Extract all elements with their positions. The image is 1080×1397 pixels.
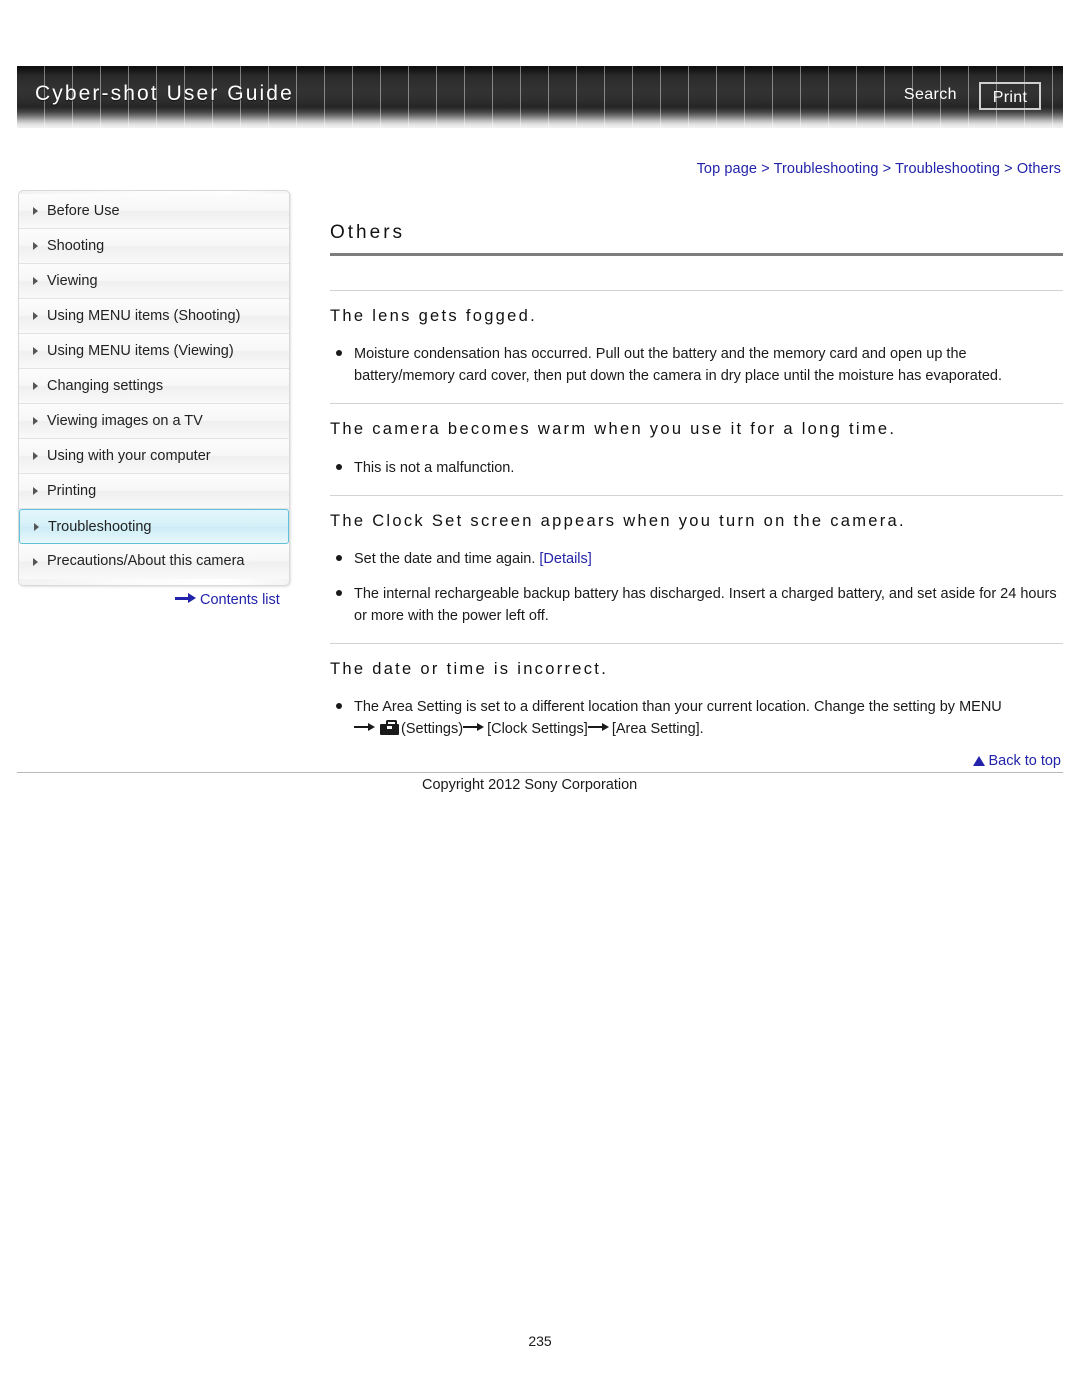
- contents-list-label: Contents list: [200, 592, 280, 608]
- chevron-right-icon: [33, 347, 38, 355]
- bullet-dot-icon: [336, 589, 342, 596]
- sidebar-item-label: Using MENU items (Shooting): [47, 308, 241, 324]
- chevron-right-icon: [33, 382, 38, 390]
- bullet-item: The Area Setting is set to a different l…: [330, 696, 1063, 740]
- bullet-item: Moisture condensation has occurred. Pull…: [330, 343, 1063, 387]
- arrow-right-icon: [354, 722, 378, 732]
- section-divider: [330, 494, 1063, 496]
- sidebar-item-label: Shooting: [47, 238, 105, 254]
- bullet-dot-icon: [336, 554, 342, 561]
- area-setting-label: [Area Setting].: [611, 721, 704, 738]
- main-content: Others The lens gets fogged. Moisture co…: [330, 222, 1063, 756]
- site-header-banner: Cyber-shot User Guide Search Print: [17, 66, 1063, 128]
- section-divider: [330, 403, 1063, 405]
- sidebar-item-label: Troubleshooting: [48, 519, 152, 535]
- page-number: 235: [528, 1333, 552, 1349]
- sidebar-item-label: Printing: [47, 483, 97, 499]
- sidebar-item-shooting[interactable]: Shooting: [19, 229, 289, 264]
- clock-settings-label: [Clock Settings]: [487, 721, 588, 738]
- section-heading: The lens gets fogged.: [330, 307, 537, 325]
- sidebar-item-viewing-images-on-a-tv[interactable]: Viewing images on a TV: [19, 404, 289, 439]
- sidebar-item-troubleshooting[interactable]: Troubleshooting: [19, 509, 289, 544]
- section-heading: The date or time is incorrect.: [330, 659, 609, 678]
- bullet-text: The Area Setting is set to a different l…: [354, 699, 1002, 716]
- sidebar-item-label: Precautions/About this camera: [47, 553, 245, 569]
- chevron-right-icon: [33, 487, 38, 495]
- bullet-text-prefix: Set the date and time again.: [354, 550, 540, 567]
- sidebar-item-changing-settings[interactable]: Changing settings: [19, 369, 289, 404]
- arrow-right-icon: [463, 722, 487, 732]
- print-button[interactable]: Print: [979, 82, 1041, 110]
- title-divider: [330, 253, 1063, 256]
- sidebar-item-label: Viewing images on a TV: [47, 413, 203, 429]
- sidebar-item-using-menu-items-shooting[interactable]: Using MENU items (Shooting): [19, 299, 289, 334]
- section-heading: The Clock Set screen appears when you tu…: [330, 511, 906, 530]
- sidebar-item-label: Changing settings: [47, 378, 164, 394]
- site-title: Cyber-shot User Guide: [35, 82, 294, 105]
- section-camera-warm: The camera becomes warm when you use it …: [330, 403, 1063, 478]
- sidebar-item-label: Using MENU items (Viewing): [47, 343, 234, 359]
- chevron-right-icon: [33, 417, 38, 425]
- section-divider: [330, 642, 1063, 644]
- section-date-time-incorrect: The date or time is incorrect. The Area …: [330, 642, 1063, 740]
- sidebar-item-label: Viewing: [47, 273, 98, 289]
- bullet-item: Set the date and time again. [Details]: [330, 548, 1063, 570]
- bullet-text: This is not a malfunction.: [354, 459, 515, 476]
- bullet-item: This is not a malfunction.: [330, 457, 1063, 479]
- page-title: Others: [330, 222, 406, 243]
- chevron-right-icon: [33, 312, 38, 320]
- sidebar-item-before-use[interactable]: Before Use: [19, 194, 289, 229]
- section-lens-fogged: The lens gets fogged. Moisture condensat…: [330, 290, 1063, 387]
- chevron-right-icon: [33, 277, 38, 285]
- sidebar-nav: Before Use Shooting Viewing Using MENU i…: [18, 190, 290, 586]
- sidebar-item-using-menu-items-viewing[interactable]: Using MENU items (Viewing): [19, 334, 289, 369]
- section-divider: [330, 290, 1063, 291]
- chevron-right-icon: [33, 242, 38, 250]
- bullet-dot-icon: [336, 350, 342, 357]
- bullet-item: The internal rechargeable backup battery…: [330, 583, 1063, 627]
- chevron-right-icon: [33, 452, 38, 460]
- chevron-right-icon: [34, 522, 39, 531]
- back-to-top-label: Back to top: [988, 753, 1061, 769]
- chevron-right-icon: [33, 557, 38, 566]
- sidebar-item-viewing[interactable]: Viewing: [19, 264, 289, 299]
- bullet-text: Moisture condensation has occurred. Pull…: [354, 346, 1003, 385]
- sidebar-item-using-with-your-computer[interactable]: Using with your computer: [19, 439, 289, 474]
- sidebar-item-label: Using with your computer: [47, 448, 211, 464]
- details-link[interactable]: [Details]: [539, 551, 591, 567]
- arrow-right-icon: [175, 593, 197, 603]
- chevron-right-icon: [33, 207, 38, 215]
- contents-list-link[interactable]: Contents list: [175, 592, 280, 608]
- sidebar-item-label: Before Use: [47, 203, 120, 219]
- bullet-dot-icon: [336, 703, 342, 710]
- search-button[interactable]: Search: [904, 86, 957, 104]
- back-to-top-link[interactable]: Back to top: [973, 753, 1061, 769]
- sidebar-item-printing[interactable]: Printing: [19, 474, 289, 509]
- triangle-up-icon: [973, 756, 986, 766]
- bullet-dot-icon: [336, 463, 342, 470]
- copyright-text: Copyright 2012 Sony Corporation: [422, 777, 638, 793]
- footer-divider: [17, 772, 1063, 773]
- breadcrumb[interactable]: Top page > Troubleshooting > Troubleshoo…: [697, 161, 1061, 177]
- bullet-text: The internal rechargeable backup battery…: [354, 585, 1057, 624]
- settings-toolbox-icon: [380, 720, 399, 736]
- section-clock-set-screen: The Clock Set screen appears when you tu…: [330, 494, 1063, 627]
- sidebar-item-precautions-about-this-camera[interactable]: Precautions/About this camera: [19, 544, 289, 579]
- settings-label: (Settings): [401, 721, 464, 738]
- section-heading: The camera becomes warm when you use it …: [330, 420, 897, 439]
- arrow-right-icon: [587, 722, 612, 732]
